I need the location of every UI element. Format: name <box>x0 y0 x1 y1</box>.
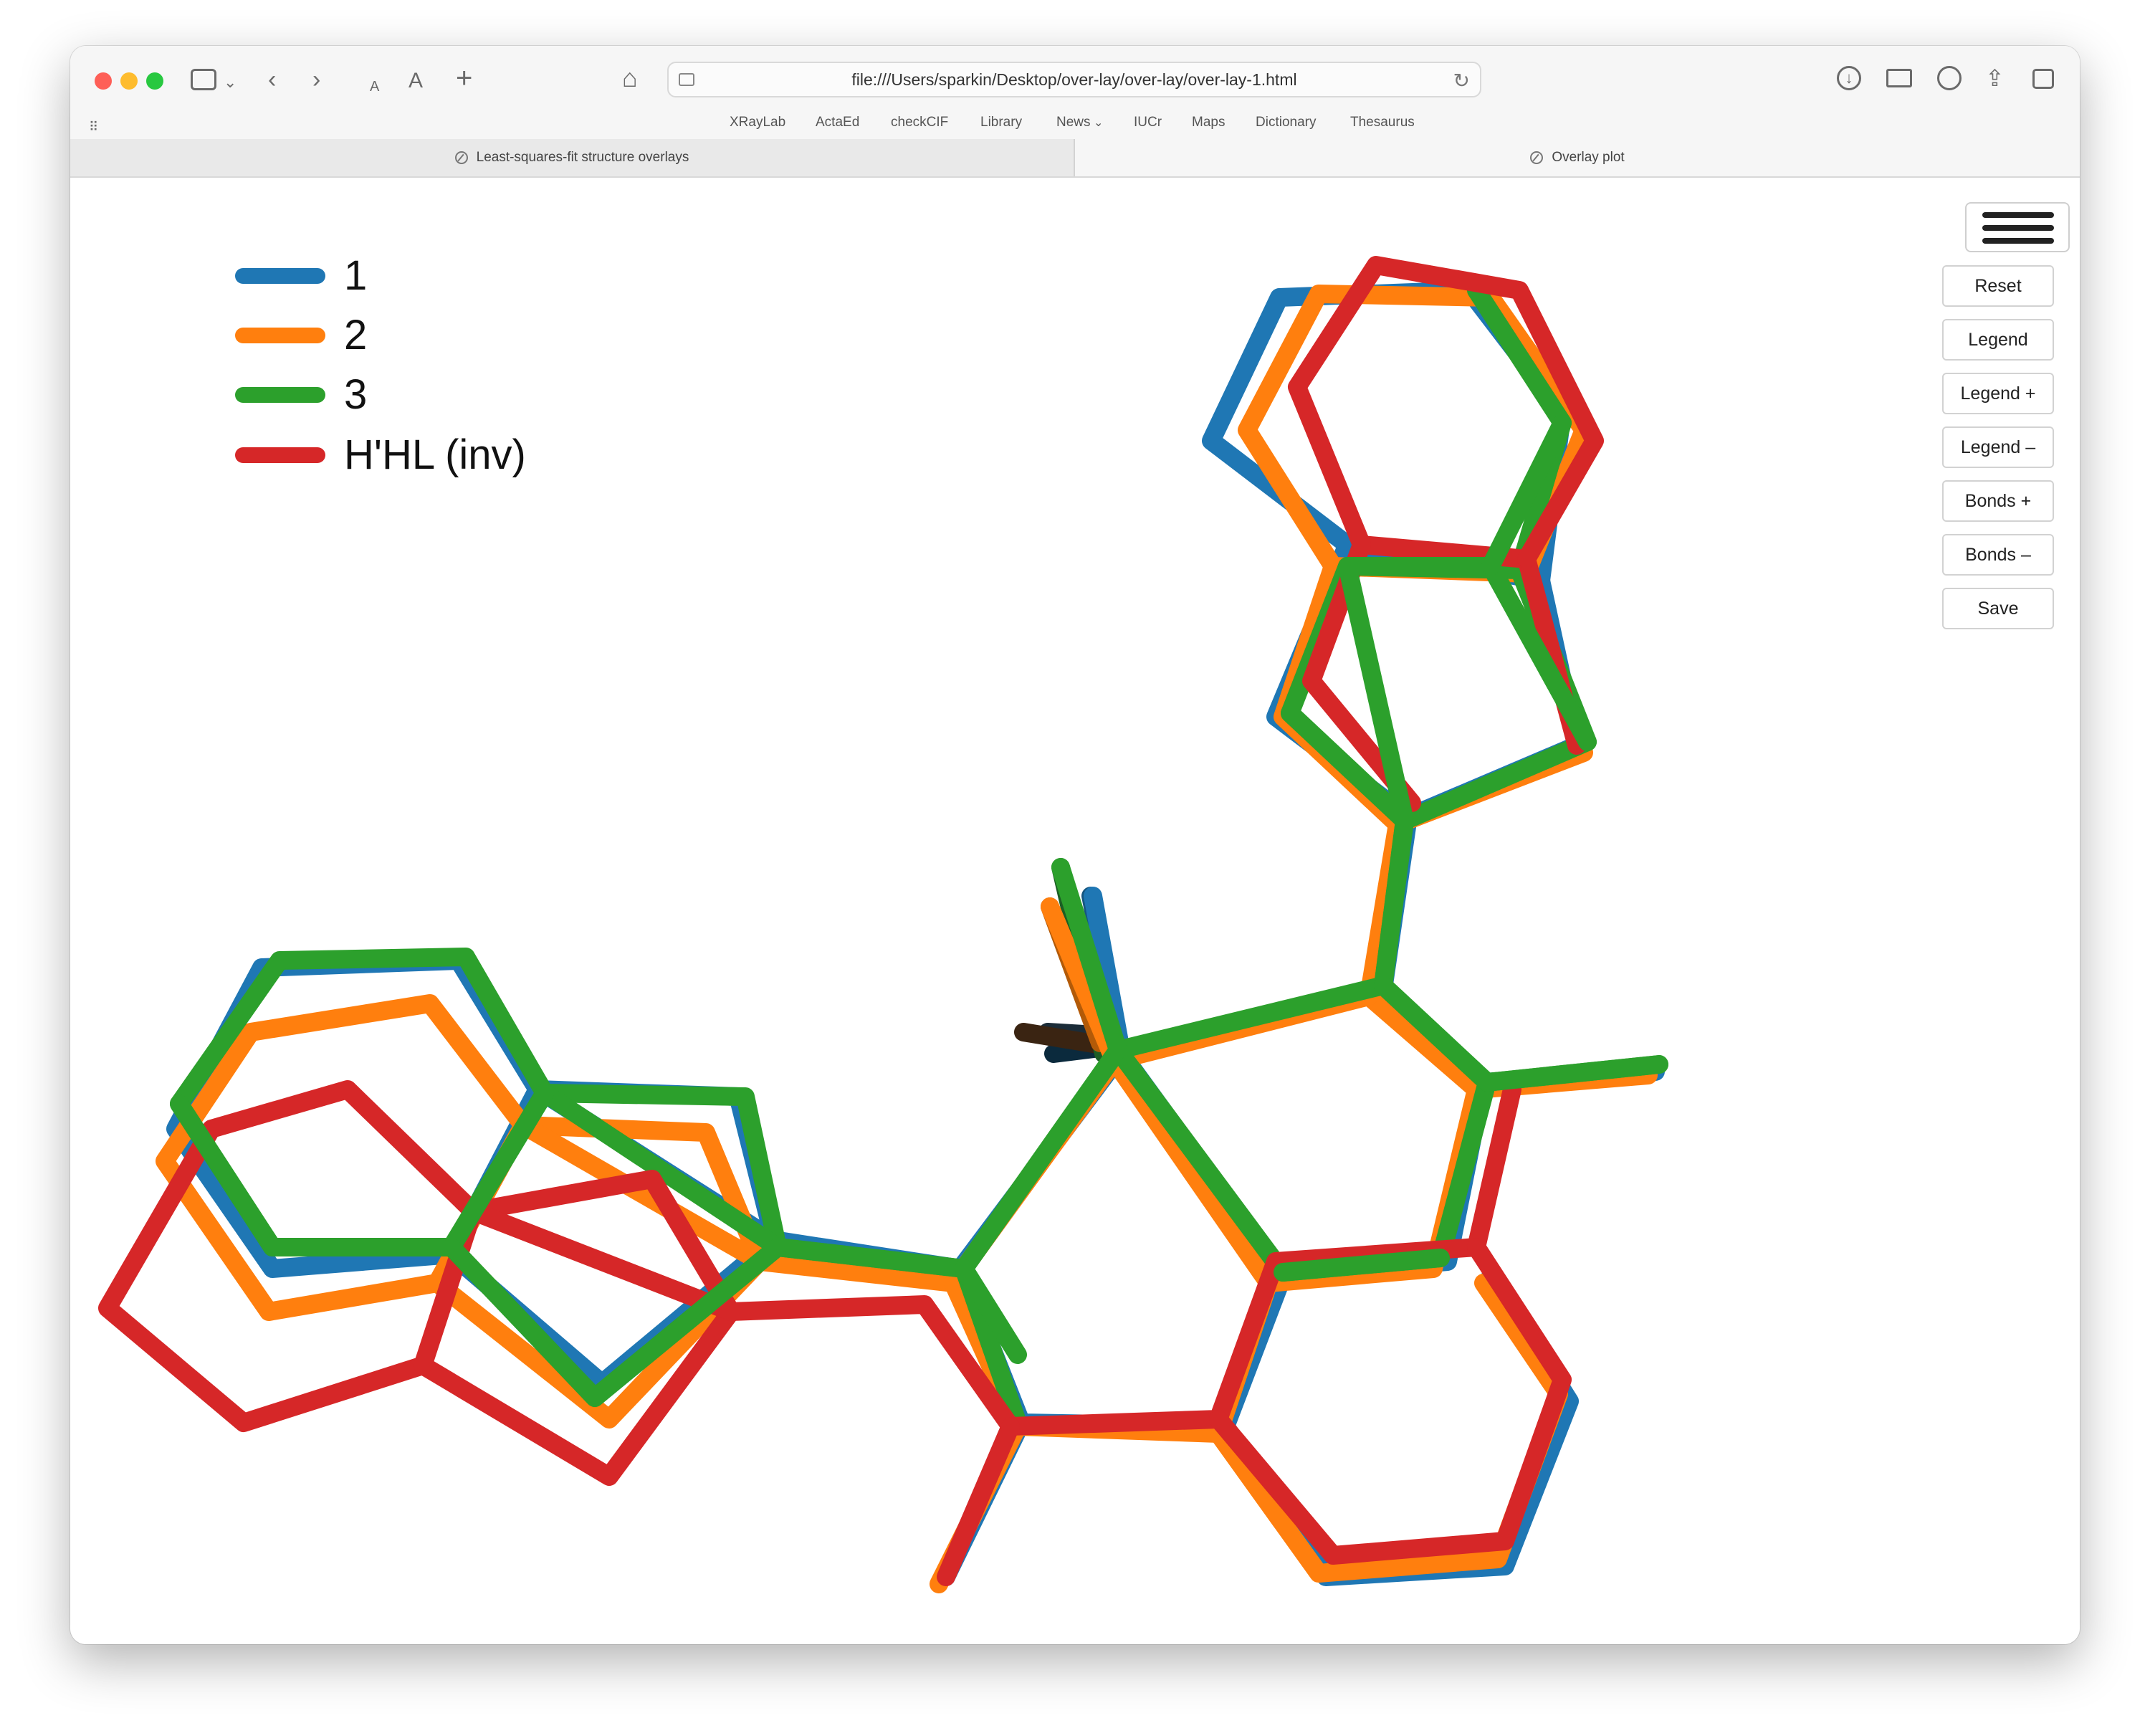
hamburger-icon <box>1982 212 2054 218</box>
structure-overlay-plot <box>98 256 1668 1593</box>
structure-3-methyl-front <box>1374 976 1668 1092</box>
structure-1 <box>166 281 1665 1586</box>
legend-swatch-2 <box>235 328 325 343</box>
save-button[interactable]: Save <box>1942 588 2054 629</box>
legend-label-4: H'HL (inv) <box>344 431 526 478</box>
hamburger-icon-line <box>1982 238 2054 244</box>
legend-minus-button[interactable]: Legend – <box>1942 426 2054 468</box>
reset-button[interactable]: Reset <box>1942 265 2054 307</box>
bonds-minus-button[interactable]: Bonds – <box>1942 534 2054 576</box>
legend-label-3: 3 <box>344 371 368 418</box>
structure-hhl-inv <box>98 256 1604 1586</box>
bonds-plus-button[interactable]: Bonds + <box>1942 480 2054 522</box>
legend-swatch-4 <box>235 447 325 463</box>
legend-button[interactable]: Legend <box>1942 319 2054 361</box>
legend-swatch-1 <box>235 268 325 284</box>
legend-plus-button[interactable]: Legend + <box>1942 373 2054 414</box>
structure-3-foreground <box>170 414 1668 1407</box>
hamburger-menu-button[interactable] <box>1965 202 2070 252</box>
legend-label-2: 2 <box>344 312 368 358</box>
structure-2-chain <box>428 987 1486 1292</box>
structure-3-chain <box>442 976 1496 1282</box>
structure-2 <box>156 285 1658 1593</box>
legend-swatch-3 <box>235 387 325 403</box>
hamburger-icon-line <box>1982 225 2054 231</box>
legend-label-1: 1 <box>344 252 368 299</box>
structure-hhl-methyl-bottom <box>937 1417 1020 1586</box>
